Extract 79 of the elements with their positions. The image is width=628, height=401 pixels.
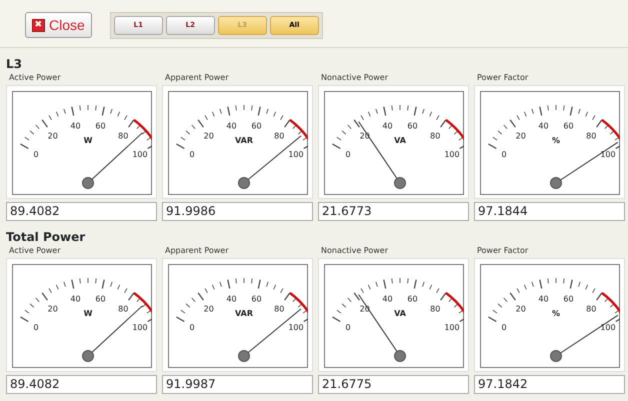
unit-label: W (84, 136, 92, 145)
scale-label: 40 (226, 121, 237, 130)
unit-label: VAR (235, 136, 253, 145)
gauge-needle (358, 294, 406, 362)
gauge-needle (550, 314, 618, 362)
scale-label: 0 (190, 323, 195, 332)
scale-label: 100 (132, 150, 148, 159)
scale-label: 0 (190, 150, 195, 159)
value-field: 91.9986 (162, 202, 313, 221)
scale-label: 80 (118, 304, 128, 314)
section-title: Total Power (6, 230, 86, 244)
scale-label: 0 (34, 150, 39, 159)
scale-label: 40 (382, 294, 393, 304)
unit-label: % (552, 136, 560, 145)
gauge-needle (358, 121, 406, 189)
scale-label: 40 (70, 121, 81, 130)
scale-label: 60 (407, 294, 418, 304)
scale-label: 60 (563, 121, 574, 130)
scale-label: 0 (346, 323, 351, 332)
scale-label: 60 (95, 294, 106, 304)
scale-label: 100 (444, 150, 460, 159)
scale-label: 100 (600, 150, 616, 159)
gauge-label: Power Factor (477, 73, 530, 83)
gauge-label: Nonactive Power (321, 246, 389, 256)
scale-label: 40 (538, 121, 549, 130)
scale-label: 60 (563, 294, 574, 304)
gauge-needle (550, 142, 618, 189)
scale-label: 80 (586, 131, 596, 140)
scale-label: 0 (346, 150, 351, 159)
gauge-label: Power Factor (477, 246, 530, 256)
scale-label: 60 (407, 121, 418, 130)
scale-label: 20 (516, 304, 526, 314)
scale-label: 20 (48, 131, 58, 140)
close-icon: ✖ (32, 18, 45, 32)
value-field: 89.4082 (6, 375, 157, 394)
unit-label: VA (394, 309, 406, 318)
scale-label: 60 (251, 294, 262, 304)
gauge-label: Apparent Power (165, 73, 230, 83)
scale-label: 80 (430, 304, 440, 314)
scale-label: 40 (70, 294, 81, 304)
scale-label: 20 (360, 304, 370, 314)
scale-label: 40 (538, 294, 549, 304)
unit-label: VAR (235, 309, 253, 318)
value-field: 21.6775 (318, 375, 469, 394)
gauge-label: Nonactive Power (321, 73, 389, 83)
gauge-label: Apparent Power (165, 246, 230, 256)
scale-label: 0 (34, 323, 39, 332)
scale-label: 40 (226, 294, 237, 304)
scale-label: 40 (382, 121, 393, 130)
scale-label: 100 (132, 323, 148, 332)
scale-label: 20 (48, 304, 58, 314)
scale-label: 100 (600, 323, 616, 332)
scale-label: 80 (430, 131, 440, 140)
value-field: 21.6773 (318, 202, 469, 221)
scale-label: 60 (251, 121, 262, 130)
gauge-label: Active Power (9, 73, 62, 83)
scale-label: 80 (274, 304, 284, 314)
scale-label: 80 (586, 304, 596, 314)
scale-label: 80 (118, 131, 128, 140)
scale-label: 0 (502, 323, 507, 332)
unit-label: W (84, 309, 92, 318)
scale-label: 20 (516, 131, 526, 140)
scale-label: 80 (274, 131, 284, 140)
scale-label: 0 (502, 150, 507, 159)
unit-label: % (552, 309, 560, 318)
gauge-label: Active Power (9, 246, 62, 256)
value-field: 97.1844 (474, 202, 625, 221)
scale-label: 100 (288, 150, 304, 159)
scale-label: 60 (95, 121, 106, 130)
scale-label: 20 (204, 131, 214, 140)
section-title: L3 (6, 57, 23, 71)
scale-label: 100 (288, 323, 304, 332)
value-field: 89.4082 (6, 202, 157, 221)
scale-label: 20 (204, 304, 214, 314)
unit-label: VA (394, 136, 406, 145)
scale-label: 100 (444, 323, 460, 332)
value-field: 91.9987 (162, 375, 313, 394)
value-field: 97.1842 (474, 375, 625, 394)
close-button[interactable]: ✖ Close (25, 12, 92, 38)
